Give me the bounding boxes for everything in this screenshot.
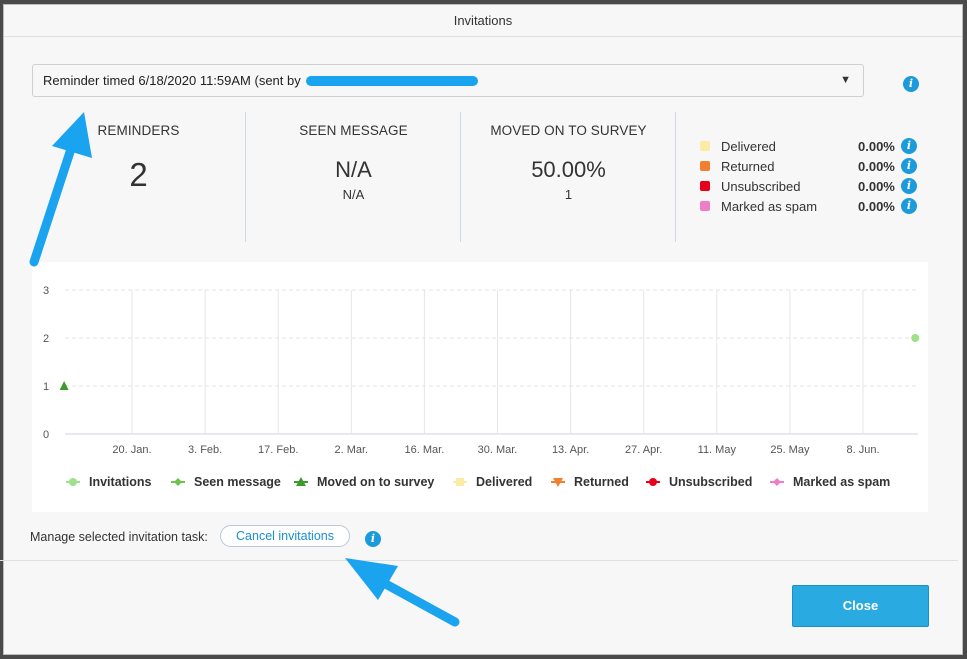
stat-value: N/A xyxy=(335,157,372,182)
stat-label: REMINDERS xyxy=(97,123,180,138)
data-point xyxy=(911,334,920,342)
x-tick-label: 11. May xyxy=(698,444,737,456)
x-tick-label: 17. Feb. xyxy=(258,444,298,456)
stat-seen-message: SEEN MESSAGE N/A N/A xyxy=(247,112,461,242)
status-pct: 0.00% xyxy=(858,179,895,194)
stat-sub: N/A xyxy=(342,187,365,202)
status-label: Returned xyxy=(721,159,775,174)
stat-label: SEEN MESSAGE xyxy=(299,123,408,138)
info-icon[interactable]: i xyxy=(903,76,919,92)
stat-label: MOVED ON TO SURVEY xyxy=(490,123,647,138)
chart-svg: 0 1 2 3 20. Jan. 3. Feb. 17. Feb. 2. Mar. 16. Ma… xyxy=(43,285,920,489)
stat-sub: 1 xyxy=(564,187,573,202)
status-unsubscribed: Unsubscribed 0.00% i xyxy=(700,178,920,198)
chevron-down-icon: ▼ xyxy=(840,74,851,86)
y-tick-label: 1 xyxy=(43,381,49,393)
swatch xyxy=(700,181,710,191)
info-icon[interactable]: i xyxy=(365,531,381,547)
stat-moved-on: MOVED ON TO SURVEY 50.00% 1 xyxy=(462,112,676,242)
y-tick-label: 0 xyxy=(43,429,49,441)
x-tick-label: 3. Feb. xyxy=(188,444,222,456)
swatch xyxy=(700,201,710,211)
y-tick-label: 3 xyxy=(43,285,49,297)
x-tick-label: 13. Apr. xyxy=(552,444,589,456)
legend-label: Moved on to survey xyxy=(317,475,434,489)
close-button[interactable]: Close xyxy=(792,585,929,627)
legend-label: Unsubscribed xyxy=(669,475,752,489)
legend-label: Invitations xyxy=(89,475,152,489)
x-tick-label: 25. May xyxy=(770,444,810,456)
x-tick-label: 30. Mar. xyxy=(478,444,518,456)
status-label: Delivered xyxy=(721,139,776,154)
status-pct: 0.00% xyxy=(858,159,895,174)
x-tick-label: 16. Mar. xyxy=(405,444,445,456)
status-legend: Delivered 0.00% i Returned 0.00% i Unsub… xyxy=(700,138,920,218)
legend-label: Returned xyxy=(574,475,629,489)
legend-label: Delivered xyxy=(476,475,532,489)
legend-symbol xyxy=(69,478,77,486)
status-marked-as-spam: Marked as spam 0.00% i xyxy=(700,198,920,218)
stat-value: 50.00% xyxy=(531,157,606,182)
redacted-email xyxy=(306,75,479,86)
legend-symbol xyxy=(773,478,781,486)
dialog-title: Invitations xyxy=(4,5,962,37)
stat-value: 2 xyxy=(129,156,148,193)
x-tick-label: 2. Mar. xyxy=(334,444,368,456)
info-icon[interactable]: i xyxy=(901,178,917,194)
legend-symbol xyxy=(174,478,182,486)
x-tick-label: 20. Jan. xyxy=(112,444,151,456)
status-delivered: Delivered 0.00% i xyxy=(700,138,920,158)
stat-reminders: REMINDERS 2 xyxy=(32,112,246,242)
status-label: Unsubscribed xyxy=(721,179,801,194)
legend-symbol xyxy=(456,478,464,486)
invitations-chart: 0 1 2 3 20. Jan. 3. Feb. 17. Feb. 2. Mar. 16. Ma… xyxy=(32,262,928,512)
x-tick-label: 27. Apr. xyxy=(625,444,662,456)
info-icon[interactable]: i xyxy=(901,198,917,214)
status-pct: 0.00% xyxy=(858,199,895,214)
info-icon[interactable]: i xyxy=(901,138,917,154)
y-tick-label: 2 xyxy=(43,333,49,345)
status-pct: 0.00% xyxy=(858,139,895,154)
reminder-select-value: Reminder timed 6/18/2020 11:59AM (sent b… xyxy=(43,73,301,88)
cancel-invitations-button[interactable]: Cancel invitations xyxy=(220,525,350,547)
legend-symbol xyxy=(649,478,657,486)
manage-label: Manage selected invitation task: xyxy=(30,530,208,544)
status-returned: Returned 0.00% i xyxy=(700,158,920,178)
swatch xyxy=(700,161,710,171)
reminder-select[interactable]: Reminder timed 6/18/2020 11:59AM (sent b… xyxy=(32,64,864,97)
footer-divider xyxy=(0,560,958,561)
x-tick-label: 8. Jun. xyxy=(846,444,879,456)
legend-label: Marked as spam xyxy=(793,475,890,489)
legend-label: Seen message xyxy=(194,475,281,489)
info-icon[interactable]: i xyxy=(901,158,917,174)
status-label: Marked as spam xyxy=(721,199,818,214)
swatch xyxy=(700,141,710,151)
stats-panel: REMINDERS 2 SEEN MESSAGE N/A N/A MOVED O… xyxy=(32,112,680,242)
